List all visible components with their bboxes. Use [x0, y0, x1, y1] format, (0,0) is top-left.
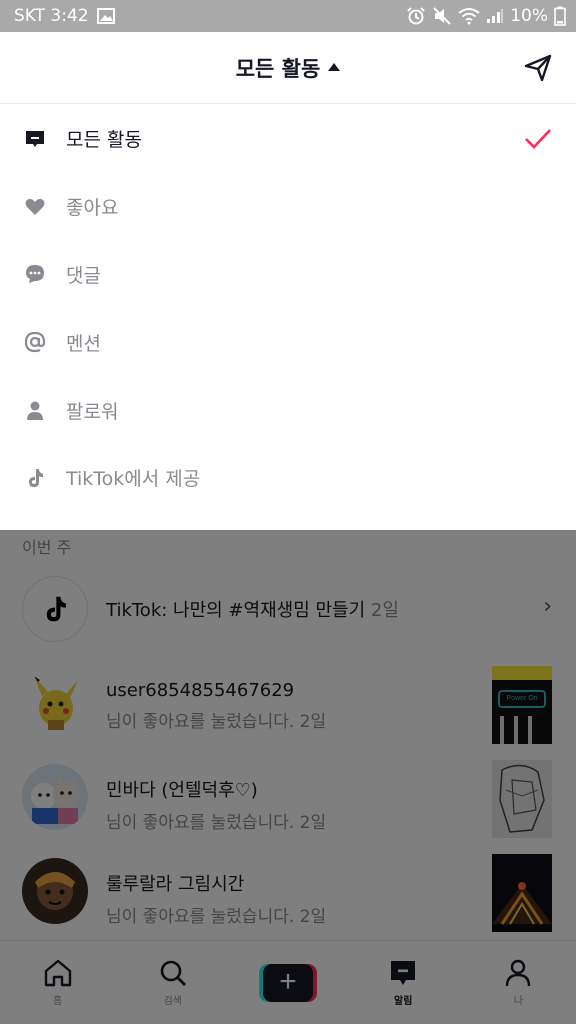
menu-item-label: TikTok에서 제공 [66, 468, 201, 491]
menu-item-label: 좋아요 [66, 197, 119, 220]
video-thumbnail[interactable] [492, 760, 552, 838]
paper-plane-icon [524, 54, 552, 82]
video-thumbnail[interactable]: Power On [492, 666, 552, 744]
section-label: 이번 주 [22, 538, 72, 557]
signal-icon [486, 8, 504, 24]
activity-feed: 이번 주 TikTok: 나만의 #역재생밈 만들기 2일 › user6854… [0, 530, 576, 940]
person-icon [24, 399, 46, 421]
alarm-icon [406, 6, 426, 26]
bottom-nav: 홈 검색 + 알림 나 [0, 940, 576, 1024]
nav-create[interactable]: + [230, 941, 345, 1024]
nav-inbox[interactable]: 알림 [346, 941, 461, 1024]
menu-item-from-tiktok[interactable]: TikTok에서 제공 [0, 444, 576, 512]
tiktok-avatar [22, 576, 88, 642]
mute-icon [432, 6, 452, 26]
nav-profile[interactable]: 나 [461, 941, 576, 1024]
menu-item-label: 모든 활동 [66, 129, 142, 152]
checkmark-icon [524, 127, 552, 151]
row-time: 2일 [370, 600, 399, 621]
nav-label: 검색 [163, 996, 182, 1007]
wifi-icon [458, 7, 480, 25]
search-icon [160, 960, 186, 986]
menu-item-followers[interactable]: 팔로워 [0, 376, 576, 444]
home-icon [44, 959, 71, 987]
avatar [22, 764, 88, 830]
nav-home[interactable]: 홈 [0, 941, 115, 1024]
avatar [22, 670, 88, 736]
video-thumbnail[interactable] [492, 854, 552, 932]
at-sign-icon [24, 331, 46, 353]
gallery-notification-icon [96, 8, 115, 24]
row-title: TikTok: 나만의 #역재생밈 만들기 [106, 600, 366, 621]
row-subtitle: 님이 좋아요를 눌렀습니다. 2일 [106, 813, 327, 833]
menu-item-comments[interactable]: 댓글 [0, 241, 576, 309]
row-title: user6854855467629 [106, 680, 295, 701]
heart-icon [24, 196, 46, 218]
page-title: 모든 활동 [235, 56, 321, 81]
battery-percent: 10% [510, 6, 548, 26]
list-item[interactable]: 민바다 (언텔덕후♡) 님이 좋아요를 눌렀습니다. 2일 [0, 756, 576, 842]
thumbnail-text: Power On [498, 690, 546, 708]
activity-filter-toggle[interactable]: 모든 활동 [236, 53, 341, 83]
battery-icon [554, 6, 566, 26]
menu-item-label: 멘션 [66, 332, 101, 355]
nav-search[interactable]: 검색 [115, 941, 230, 1024]
nav-label: 알림 [394, 996, 413, 1007]
direct-message-button[interactable] [522, 52, 554, 84]
list-item[interactable]: user6854855467629 님이 좋아요를 눌렀습니다. 2일 Powe… [0, 662, 576, 748]
menu-item-label: 댓글 [66, 264, 101, 287]
activity-filter-menu: 모든 활동 좋아요 댓글 멘션 팔로워 TikTok에서 제공 [0, 105, 576, 530]
menu-item-all-activity[interactable]: 모든 활동 [0, 105, 576, 173]
menu-item-label: 팔로워 [66, 400, 119, 423]
profile-icon [506, 959, 531, 987]
tiktok-logo-icon [46, 596, 66, 622]
row-title: 룰루랄라 그림시간 [106, 874, 245, 895]
inbox-icon [391, 961, 416, 985]
caret-up-icon [328, 62, 341, 71]
message-square-icon [24, 128, 46, 150]
create-plus-icon: + [259, 963, 317, 1002]
header: 모든 활동 [0, 32, 576, 104]
status-carrier-time: SKT 3:42 [14, 6, 89, 26]
menu-item-mentions[interactable]: 멘션 [0, 308, 576, 376]
list-item[interactable]: TikTok: 나만의 #역재생밈 만들기 2일 › [0, 566, 576, 652]
tiktok-logo-icon [24, 467, 46, 489]
list-item[interactable]: 룰루랄라 그림시간 님이 좋아요를 눌렀습니다. 2일 [0, 850, 576, 936]
comment-bubble-icon [24, 263, 46, 285]
menu-item-likes[interactable]: 좋아요 [0, 173, 576, 241]
row-subtitle: 님이 좋아요를 눌렀습니다. 2일 [106, 712, 327, 732]
avatar [22, 858, 88, 924]
chevron-right-icon: › [543, 594, 552, 619]
status-bar: SKT 3:42 10% [0, 0, 576, 32]
row-subtitle: 님이 좋아요를 눌렀습니다. 2일 [106, 907, 327, 927]
nav-label: 나 [513, 996, 524, 1007]
row-title: 민바다 (언텔덕후♡) [106, 780, 258, 801]
nav-label: 홈 [53, 996, 63, 1007]
